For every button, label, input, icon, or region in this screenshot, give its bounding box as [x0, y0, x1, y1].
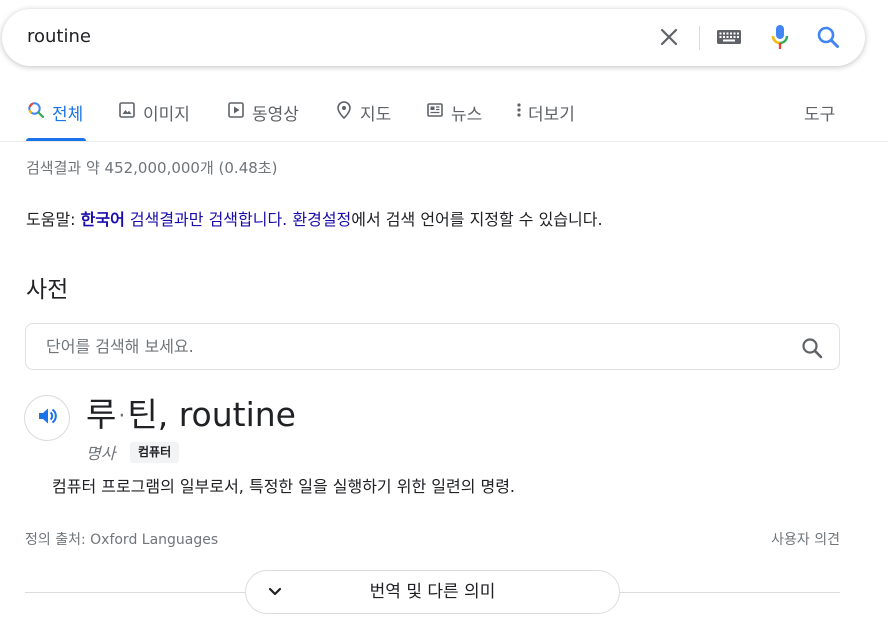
dictionary-search-input[interactable]: 단어를 검색해 보세요. — [46, 324, 194, 369]
tab-label: 이미지 — [143, 105, 190, 125]
help-prefix: 도움말: — [26, 210, 81, 229]
image-icon — [117, 100, 137, 120]
mic-icon[interactable] — [766, 23, 794, 51]
language-only-link[interactable]: 검색결과만 검색합니다. — [125, 210, 287, 229]
tab-label: 뉴스 — [451, 105, 483, 125]
map-pin-icon — [334, 100, 354, 120]
search-input[interactable]: routine — [27, 9, 91, 66]
part-of-speech: 명사 — [86, 444, 116, 463]
search-bar-divider — [699, 26, 700, 50]
pronunciation-button[interactable] — [24, 395, 70, 441]
dictionary-title: 사전 — [26, 277, 69, 303]
domain-badge: 컴퓨터 — [130, 442, 180, 463]
tab-label: 더보기 — [528, 105, 575, 125]
tab-tools[interactable]: 도구 — [804, 88, 835, 141]
language-help: 도움말: 한국어 검색결과만 검색합니다. 환경설정에서 검색 언어를 지정할 … — [26, 206, 603, 230]
dictionary-search-box[interactable]: 단어를 검색해 보세요. — [25, 323, 840, 370]
more-vert-icon — [515, 100, 523, 120]
headword: 루·틴, routine — [86, 388, 296, 436]
search-icon — [26, 100, 46, 120]
tab-maps[interactable]: 지도 — [334, 88, 391, 141]
speaker-icon — [36, 405, 58, 431]
feedback-link[interactable]: 사용자 의견 — [771, 529, 840, 549]
headword-syllable: 루 — [86, 395, 117, 434]
translations-more-button[interactable]: 번역 및 다른 의미 — [245, 570, 620, 614]
close-icon[interactable] — [655, 23, 683, 51]
search-tabs: 전체 이미지 동영상 지도 뉴스 더보기 도구 — [0, 88, 888, 142]
tab-news[interactable]: 뉴스 — [425, 88, 482, 141]
tab-label: 지도 — [360, 105, 392, 125]
tab-videos[interactable]: 동영상 — [226, 88, 299, 141]
tab-label: 도구 — [804, 105, 836, 125]
definition: 컴퓨터 프로그램의 일부로서, 특정한 일을 실행하기 위한 일련의 명령. — [52, 477, 516, 496]
settings-link[interactable]: 환경설정 — [292, 210, 351, 229]
definition-source: 정의 출처: Oxford Languages — [25, 532, 219, 548]
tab-label: 전체 — [52, 105, 84, 125]
search-bar[interactable]: routine — [2, 9, 865, 66]
syllable-separator: · — [118, 404, 126, 429]
search-icon[interactable] — [799, 335, 825, 361]
help-suffix: 에서 검색 언어를 지정할 수 있습니다. — [351, 210, 603, 229]
news-icon — [425, 100, 445, 120]
search-icon[interactable] — [814, 23, 842, 51]
tab-more[interactable]: 더보기 — [515, 88, 575, 141]
keyboard-icon[interactable] — [715, 23, 743, 51]
video-icon — [226, 100, 246, 120]
tab-images[interactable]: 이미지 — [117, 88, 190, 141]
tab-all[interactable]: 전체 — [26, 88, 86, 141]
language-link[interactable]: 한국어 — [81, 210, 125, 229]
tab-label: 동영상 — [252, 105, 299, 125]
headword-rest: 틴, routine — [127, 395, 296, 434]
more-button-label: 번역 및 다른 의미 — [369, 582, 496, 602]
result-stats: 검색결과 약 452,000,000개 (0.48초) — [26, 159, 278, 177]
